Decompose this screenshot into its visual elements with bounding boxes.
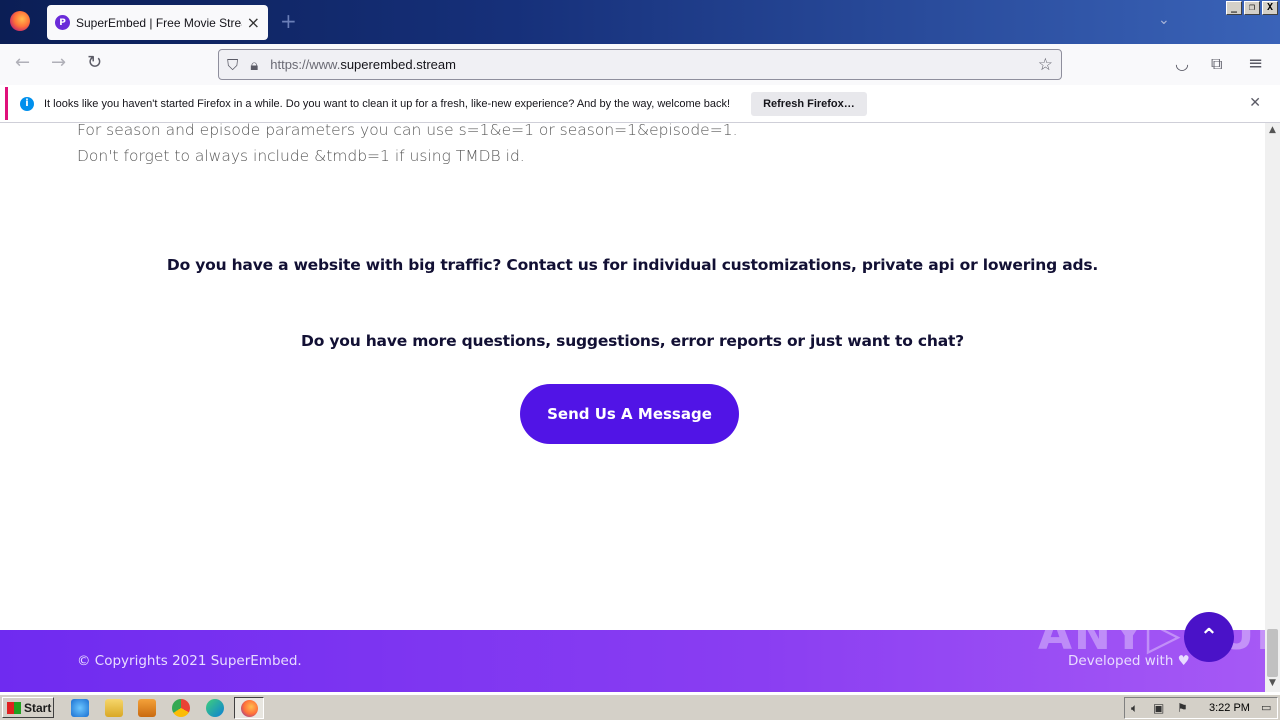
big-traffic-question: Do you have a website with big traffic? … [166, 256, 1099, 274]
windows-taskbar: Start 🔈︎ ▣ ⚑ 3:22 PM ▭ [0, 694, 1280, 720]
close-notification-icon[interactable]: ✕ [1249, 95, 1261, 111]
more-questions-text: Do you have more questions, suggestions,… [301, 332, 964, 350]
close-window-button[interactable]: X [1262, 1, 1278, 15]
file-explorer-icon[interactable] [105, 699, 123, 717]
action-center-flag-icon[interactable]: ⚑ [1177, 701, 1188, 715]
url-bar[interactable]: ⛉ 🔒︎ https://www.superembed.stream ☆ [218, 49, 1062, 80]
page-viewport: For season and episode parameters you ca… [0, 123, 1265, 692]
tab-superembed[interactable]: P SuperEmbed | Free Movie Streaming × [47, 5, 268, 40]
chrome-icon[interactable] [172, 699, 190, 717]
tmdb-note-text: Don't forget to always include &tmdb=1 i… [77, 147, 525, 165]
new-tab-button[interactable]: + [280, 11, 297, 31]
internet-explorer-icon[interactable] [71, 699, 89, 717]
media-player-icon[interactable] [138, 699, 156, 717]
windows-flag-icon [7, 701, 21, 714]
scroll-up-arrow-icon[interactable]: ▲ [1265, 125, 1280, 135]
window-controls: _ ❐ X [1226, 1, 1278, 15]
url-prefix: https://www. [270, 57, 341, 72]
parameters-text: For season and episode parameters you ca… [77, 123, 738, 139]
show-desktop-icon[interactable]: ▭ [1261, 701, 1271, 714]
refresh-firefox-button[interactable]: Refresh Firefox… [751, 91, 867, 116]
tracking-shield-icon[interactable]: ⛉ [227, 56, 238, 74]
refresh-firefox-notification: i It looks like you haven't started Fire… [5, 87, 1275, 120]
forward-arrow-icon[interactable]: → [51, 54, 66, 72]
minimize-button[interactable]: _ [1226, 1, 1242, 15]
scrollbar-thumb[interactable] [1267, 629, 1278, 677]
pocket-icon[interactable]: ◡ [1175, 56, 1189, 72]
lock-icon[interactable]: 🔒︎ [250, 56, 258, 74]
url-domain: superembed.stream [340, 57, 456, 72]
bookmark-star-icon[interactable]: ☆ [1038, 55, 1053, 75]
reload-icon[interactable]: ↻ [87, 54, 102, 72]
info-icon: i [20, 96, 34, 111]
network-icon[interactable]: ▣ [1153, 701, 1164, 715]
send-message-button[interactable]: Send Us A Message [520, 384, 739, 444]
start-label: Start [24, 700, 52, 715]
firefox-icon [241, 700, 258, 717]
scroll-down-arrow-icon[interactable]: ▼ [1265, 678, 1280, 688]
start-button[interactable]: Start [2, 697, 54, 718]
restore-button[interactable]: ❐ [1244, 1, 1260, 15]
site-favicon-icon: P [55, 15, 70, 30]
firefox-logo-icon[interactable] [10, 11, 30, 31]
navigation-toolbar: ← → ↻ ⛉ 🔒︎ https://www.superembed.stream… [0, 44, 1280, 85]
edge-icon[interactable] [206, 699, 224, 717]
volume-icon[interactable]: 🔈︎ [1131, 701, 1138, 716]
back-arrow-icon[interactable]: ← [15, 54, 30, 72]
menu-hamburger-icon[interactable]: ≡ [1248, 55, 1263, 73]
taskbar-firefox-active[interactable] [234, 697, 264, 719]
notification-text: It looks like you haven't started Firefo… [44, 97, 731, 110]
tab-title: SuperEmbed | Free Movie Streaming [76, 15, 242, 30]
clock[interactable]: 3:22 PM [1209, 702, 1250, 714]
scroll-to-top-button[interactable]: ⌃ [1184, 612, 1234, 662]
extensions-icon[interactable]: ⧉ [1211, 56, 1222, 72]
footer-copyright: © Copyrights 2021 SuperEmbed. [77, 653, 302, 669]
url-text[interactable]: https://www.superembed.stream [270, 57, 456, 72]
vertical-scrollbar[interactable]: ▲ ▼ [1265, 123, 1280, 692]
chevron-up-icon: ⌃ [1199, 624, 1219, 650]
tab-bar: P SuperEmbed | Free Movie Streaming × + … [0, 0, 1280, 44]
close-tab-icon[interactable]: × [247, 14, 260, 31]
list-all-tabs-icon[interactable]: ⌄ [1158, 12, 1170, 28]
system-tray: 🔈︎ ▣ ⚑ 3:22 PM ▭ [1124, 697, 1278, 719]
